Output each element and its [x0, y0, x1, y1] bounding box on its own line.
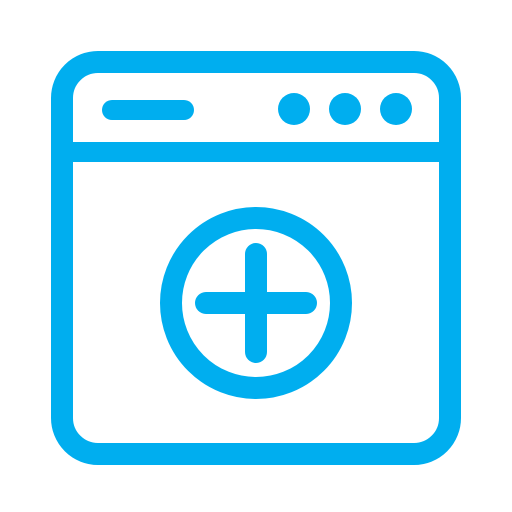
add-window-icon: [51, 51, 461, 465]
window-dot-1: [278, 93, 310, 125]
window-dot-3: [380, 93, 412, 125]
canvas: [0, 0, 512, 512]
plus-circle-icon: [160, 207, 352, 399]
window-dot-2: [329, 93, 361, 125]
